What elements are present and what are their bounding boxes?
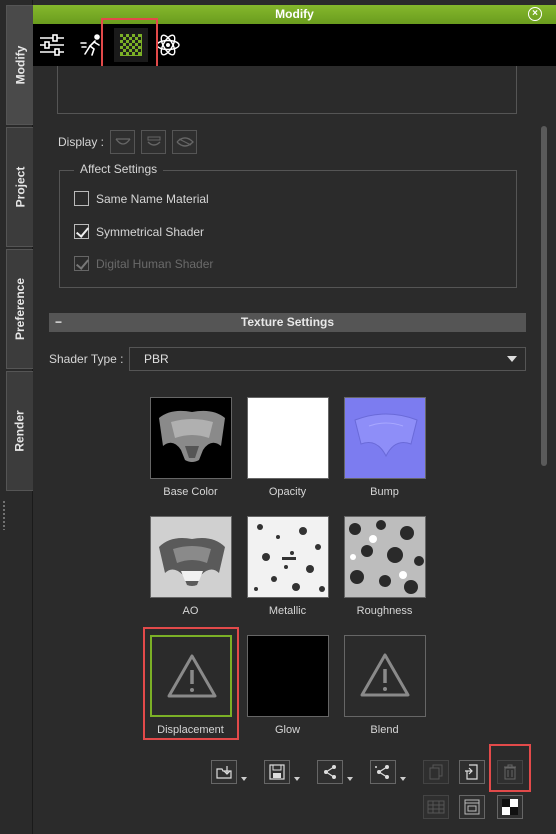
display-row: Display : [58,130,198,154]
resize-grip[interactable] [2,500,6,530]
affect-settings-group: Affect Settings Same Name Material Symme… [59,162,517,288]
texture-caption: Displacement [157,724,224,736]
panel-header: Modify × [33,5,556,24]
display-mode-3-icon[interactable] [172,130,198,154]
tab-preference[interactable]: Preference [6,249,33,369]
base-color-thumbnail [149,397,232,479]
close-icon[interactable]: × [528,7,542,21]
blend-thumbnail [343,635,426,717]
displacement-thumbnail [149,635,232,717]
tab-modify[interactable]: Modify [6,5,33,125]
save-dropdown-arrow[interactable] [292,760,302,784]
texture-glow[interactable]: Glow [239,635,336,736]
share-button[interactable] [317,760,343,784]
share-all-button[interactable] [370,760,396,784]
modify-toolbar [33,24,556,66]
symmetrical-shader-checkbox[interactable]: Symmetrical Shader [74,224,204,239]
share-dropdown-arrow[interactable] [345,760,355,784]
affect-settings-title: Affect Settings [74,162,164,176]
tab-project-label: Project [13,166,27,208]
checker-view-button[interactable] [497,795,523,819]
texture-caption: Metallic [268,605,307,617]
texture-ao[interactable]: AO [142,516,239,617]
checkbox-label: Digital Human Shader [96,256,214,271]
texture-bump[interactable]: Bump [336,397,433,498]
checkbox-box[interactable] [74,224,89,239]
vertical-scrollbar[interactable] [541,126,547,466]
save-texture-button[interactable] [264,760,290,784]
warning-icon [360,653,409,697]
shader-type-value: PBR [144,352,169,366]
texture-caption: Glow [274,724,301,736]
texture-caption: Base Color [163,486,218,498]
texture-metallic[interactable]: Metallic [239,516,336,617]
texture-settings-bar[interactable]: − Texture Settings [49,313,526,332]
texture-opacity[interactable]: Opacity [239,397,336,498]
motion-icon[interactable] [75,28,109,62]
tab-modify-label: Modify [13,45,28,85]
texture-caption: Blend [370,724,399,736]
warning-icon [167,654,216,698]
metallic-thumbnail [246,516,329,598]
texture-settings-title: Texture Settings [240,315,335,329]
display-mode-2-icon[interactable] [141,130,167,154]
checkbox-box [74,256,89,271]
texture-base-color[interactable]: Base Color [142,397,239,498]
bump-thumbnail [343,397,426,479]
checkbox-label: Same Name Material [96,191,209,206]
texture-blend[interactable]: Blend [336,635,433,736]
share-all-dropdown-arrow[interactable] [398,760,408,784]
display-label: Display : [58,135,105,149]
import-button[interactable] [459,760,485,784]
grid-button[interactable] [423,795,449,819]
shader-type-row: Shader Type : PBR [49,347,526,371]
tab-preference-label: Preference [13,277,28,341]
checkbox-box[interactable] [74,191,89,206]
ao-thumbnail [149,516,232,598]
tab-render[interactable]: Render [6,371,33,491]
panel-title: Modify [275,7,314,21]
load-texture-button[interactable] [211,760,237,784]
display-mode-1-icon[interactable] [110,130,136,154]
shader-type-select[interactable]: PBR [129,347,526,371]
load-dropdown-arrow[interactable] [239,760,249,784]
opacity-thumbnail [246,397,329,479]
texture-displacement[interactable]: Displacement [142,635,239,736]
copy-button[interactable] [423,760,449,784]
same-name-material-checkbox[interactable]: Same Name Material [74,191,209,206]
material-list-box [57,66,517,114]
material-checker-icon[interactable] [114,28,148,62]
delete-texture-button[interactable] [497,760,523,784]
texture-roughness[interactable]: Roughness [336,516,433,617]
physics-atom-icon[interactable] [151,28,185,62]
checkbox-label: Symmetrical Shader [96,224,205,239]
roughness-thumbnail [343,516,426,598]
sliders-icon[interactable] [35,28,69,62]
texture-caption: Roughness [356,605,413,617]
glow-thumbnail [246,635,329,717]
modify-content: Display : Affect Settings Same Name Mate… [33,66,556,834]
tab-project[interactable]: Project [6,127,33,247]
digital-human-shader-checkbox: Digital Human Shader [74,256,213,271]
texture-caption: Opacity [268,486,307,498]
texture-caption: AO [182,605,199,617]
left-tab-strip: Modify Project Preference Render [0,0,33,834]
tab-render-label: Render [13,410,27,452]
collapse-icon[interactable]: − [55,313,62,332]
window-button[interactable] [459,795,485,819]
shader-type-label: Shader Type : [49,352,124,366]
texture-caption: Bump [370,486,399,498]
